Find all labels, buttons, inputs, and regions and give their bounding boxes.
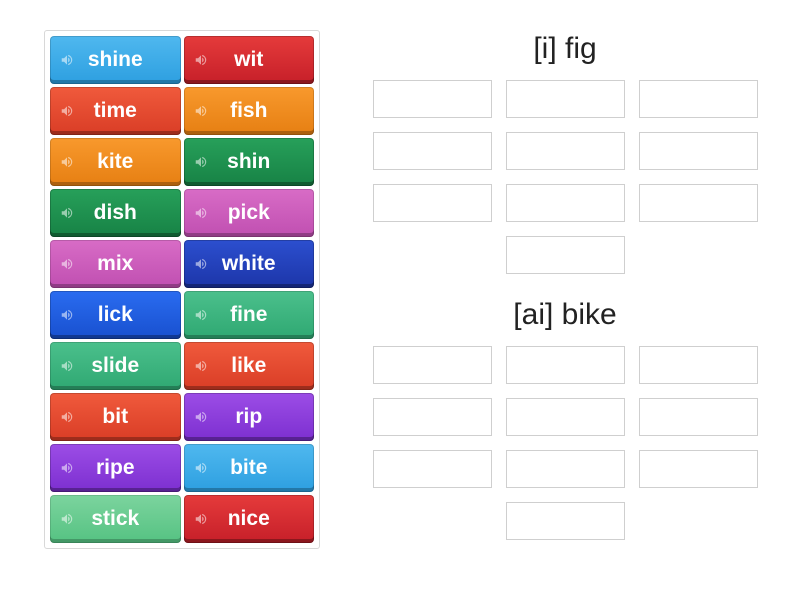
word-tile-label: kite (97, 150, 133, 174)
drop-slot[interactable] (373, 132, 492, 170)
drop-slot[interactable] (373, 184, 492, 222)
word-tile-stick[interactable]: stick (50, 495, 181, 543)
speaker-icon[interactable] (194, 257, 208, 271)
drop-slot[interactable] (506, 450, 625, 488)
speaker-icon[interactable] (194, 359, 208, 373)
word-tile-like[interactable]: like (184, 342, 315, 390)
word-tile-wit[interactable]: wit (184, 36, 315, 84)
activity-stage: shine wit time fish kite shin dish pick mix white… (0, 0, 800, 549)
drop-slot[interactable] (639, 346, 758, 384)
speaker-icon[interactable] (60, 104, 74, 118)
speaker-icon[interactable] (60, 461, 74, 475)
word-tile-ripe[interactable]: ripe (50, 444, 181, 492)
word-tile-label: mix (97, 252, 133, 276)
word-tile-pool: shine wit time fish kite shin dish pick mix white… (44, 30, 320, 549)
speaker-icon[interactable] (194, 461, 208, 475)
drop-slot[interactable] (373, 450, 492, 488)
word-tile-white[interactable]: white (184, 240, 315, 288)
slot-grid (365, 80, 765, 274)
drop-slot[interactable] (506, 398, 625, 436)
word-tile-label: rip (235, 405, 262, 429)
word-tile-pick[interactable]: pick (184, 189, 315, 237)
word-tile-rip[interactable]: rip (184, 393, 315, 441)
speaker-icon[interactable] (60, 410, 74, 424)
word-tile-label: slide (91, 354, 139, 378)
drop-slot[interactable] (506, 132, 625, 170)
word-tile-label: like (231, 354, 266, 378)
word-tile-kite[interactable]: kite (50, 138, 181, 186)
word-tile-shine[interactable]: shine (50, 36, 181, 84)
drop-slot[interactable] (639, 450, 758, 488)
word-tile-dish[interactable]: dish (50, 189, 181, 237)
word-tile-label: fish (230, 99, 267, 123)
word-tile-label: nice (228, 507, 270, 531)
word-tile-label: white (222, 252, 276, 276)
word-tile-label: shine (88, 48, 143, 72)
drop-slot[interactable] (506, 236, 625, 274)
drop-slot[interactable] (373, 346, 492, 384)
speaker-icon[interactable] (60, 155, 74, 169)
speaker-icon[interactable] (194, 308, 208, 322)
word-tile-fine[interactable]: fine (184, 291, 315, 339)
word-tile-label: shin (227, 150, 270, 174)
speaker-icon[interactable] (60, 206, 74, 220)
word-tile-label: bite (230, 456, 267, 480)
speaker-icon[interactable] (60, 257, 74, 271)
drop-group: [ai] bike (365, 298, 765, 540)
drop-slot[interactable] (506, 346, 625, 384)
word-tile-label: fine (230, 303, 267, 327)
speaker-icon[interactable] (194, 104, 208, 118)
speaker-icon[interactable] (60, 53, 74, 67)
word-tile-time[interactable]: time (50, 87, 181, 135)
drop-group: [i] fig (365, 32, 765, 274)
word-tile-shin[interactable]: shin (184, 138, 315, 186)
speaker-icon[interactable] (194, 53, 208, 67)
word-tile-bite[interactable]: bite (184, 444, 315, 492)
slot-grid (365, 346, 765, 540)
word-tile-label: bit (102, 405, 128, 429)
word-tile-label: dish (94, 201, 137, 225)
speaker-icon[interactable] (60, 308, 74, 322)
drop-slot[interactable] (506, 502, 625, 540)
drop-slot[interactable] (506, 80, 625, 118)
word-tile-label: stick (91, 507, 139, 531)
word-tile-fish[interactable]: fish (184, 87, 315, 135)
drop-groups: [i] fig [ai] bike (360, 30, 770, 549)
drop-slot[interactable] (639, 80, 758, 118)
word-tile-nice[interactable]: nice (184, 495, 315, 543)
drop-slot[interactable] (639, 132, 758, 170)
word-tile-lick[interactable]: lick (50, 291, 181, 339)
word-tile-label: lick (98, 303, 133, 327)
speaker-icon[interactable] (60, 359, 74, 373)
word-tile-label: ripe (96, 456, 135, 480)
word-tile-label: wit (234, 48, 263, 72)
drop-slot[interactable] (506, 184, 625, 222)
word-tile-mix[interactable]: mix (50, 240, 181, 288)
speaker-icon[interactable] (194, 512, 208, 526)
word-tile-slide[interactable]: slide (50, 342, 181, 390)
speaker-icon[interactable] (194, 206, 208, 220)
word-tile-label: pick (228, 201, 270, 225)
drop-slot[interactable] (373, 80, 492, 118)
speaker-icon[interactable] (194, 410, 208, 424)
group-title: [i] fig (365, 32, 765, 66)
word-tile-label: time (94, 99, 137, 123)
word-tile-bit[interactable]: bit (50, 393, 181, 441)
speaker-icon[interactable] (194, 155, 208, 169)
drop-slot[interactable] (639, 398, 758, 436)
drop-slot[interactable] (639, 184, 758, 222)
speaker-icon[interactable] (60, 512, 74, 526)
group-title: [ai] bike (365, 298, 765, 332)
drop-slot[interactable] (373, 398, 492, 436)
